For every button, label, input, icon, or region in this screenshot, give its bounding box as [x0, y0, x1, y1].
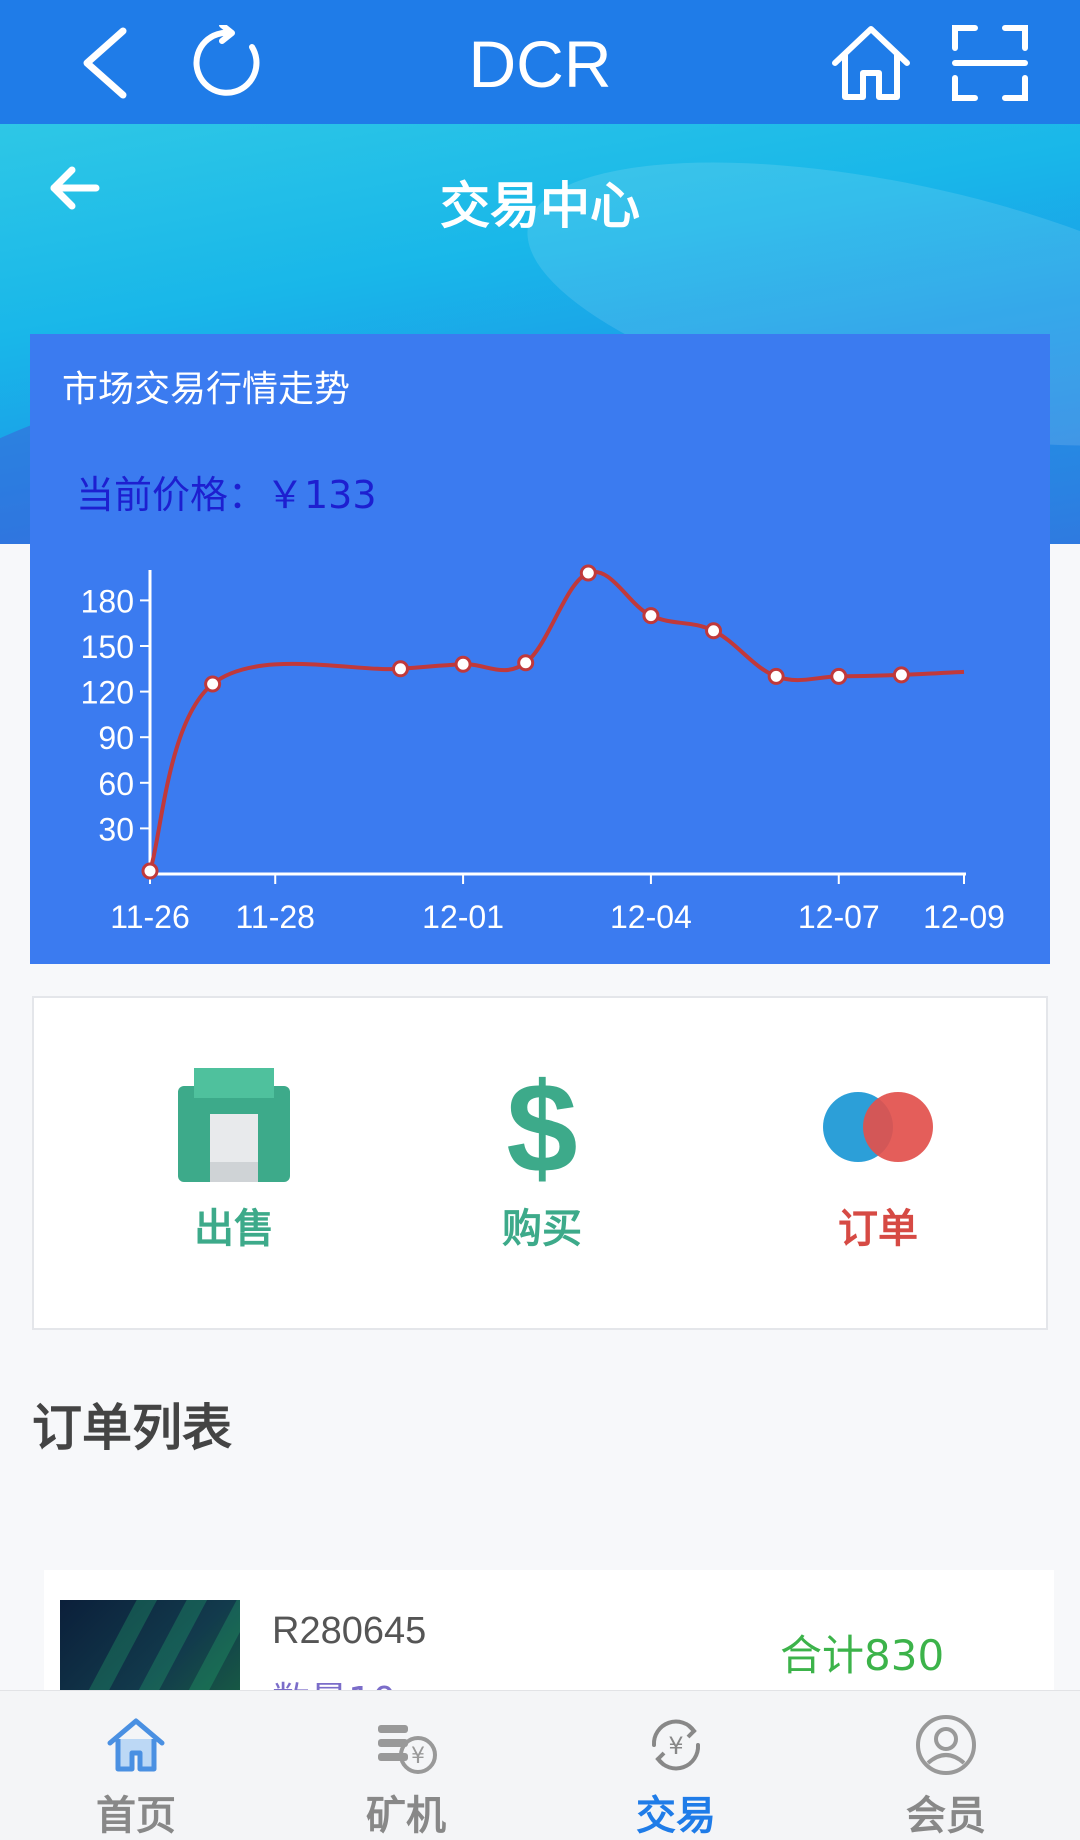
- data-point: [391, 660, 409, 678]
- dollar-icon: $: [506, 1064, 577, 1184]
- tab-miner[interactable]: ¥ 矿机: [306, 1691, 506, 1840]
- data-point: [892, 666, 910, 684]
- page-title: 交易中心: [440, 177, 640, 235]
- data-point: [642, 607, 660, 625]
- data-point: [705, 622, 723, 640]
- order-total: 合计830: [780, 1631, 945, 1680]
- price-line: [148, 569, 965, 872]
- data-point: [830, 667, 848, 685]
- y-tick-label: 60: [98, 766, 134, 802]
- order-id: R280645: [272, 1610, 427, 1652]
- sell-icon: [178, 1068, 290, 1182]
- scan-icon[interactable]: [948, 18, 1032, 108]
- price-trend-chart: 30 60 90 120 150 180 11-26 11-28 12-01 12-04 12-07…: [81, 564, 1005, 935]
- svg-text:¥: ¥: [411, 1744, 425, 1769]
- x-tick-label: 11-26: [110, 899, 189, 935]
- miner-icon: ¥: [378, 1725, 437, 1774]
- order-circles-icon: [823, 1092, 933, 1162]
- home-icon: [107, 1718, 165, 1772]
- y-tick-label: 30: [98, 811, 134, 847]
- svg-text:¥: ¥: [668, 1732, 683, 1760]
- home-icon[interactable]: [826, 18, 916, 108]
- svg-text:$: $: [506, 1064, 577, 1184]
- tab-label: 矿机: [366, 1793, 446, 1839]
- exchange-icon: ¥: [651, 1719, 701, 1771]
- data-point: [579, 564, 597, 582]
- bottom-tab-bar: 首页 ¥ 矿机 ¥ 交易 会员: [0, 1690, 1080, 1840]
- app-bar: DCR: [0, 0, 1080, 124]
- tab-label: 首页: [96, 1793, 176, 1839]
- tab-exchange[interactable]: ¥ 交易: [576, 1691, 776, 1840]
- x-tick-label: 12-09: [923, 899, 1005, 935]
- order-list-title: 订单列表: [32, 1399, 232, 1457]
- tab-home[interactable]: 首页: [36, 1691, 236, 1840]
- data-point: [204, 675, 222, 693]
- tab-label: 交易: [636, 1793, 716, 1839]
- x-tick-label: 12-07: [798, 899, 880, 935]
- tab-member[interactable]: 会员: [846, 1691, 1046, 1840]
- app-title: DCR: [468, 27, 612, 101]
- data-point: [767, 667, 785, 685]
- market-chart-card: 市场交易行情走势 当前价格：￥133 30 60 90 120 150 180 11-26 1…: [30, 334, 1050, 964]
- buy-label: 购买: [502, 1206, 582, 1252]
- buy-button[interactable]: $ 购买: [432, 1058, 652, 1258]
- data-point: [141, 862, 159, 880]
- y-tick-label: 120: [81, 675, 134, 711]
- trade-actions-panel: 出售 $ 购买 订单: [32, 996, 1048, 1330]
- y-tick-label: 150: [81, 629, 134, 665]
- orders-label: 订单: [838, 1206, 918, 1252]
- orders-button[interactable]: 订单: [768, 1058, 988, 1258]
- sell-button[interactable]: 出售: [124, 1058, 344, 1258]
- data-point: [517, 654, 535, 672]
- tab-label: 会员: [906, 1793, 986, 1839]
- y-tick-label: 90: [98, 720, 134, 756]
- x-tick-label: 12-01: [422, 899, 504, 935]
- x-tick-label: 12-04: [610, 899, 692, 935]
- x-tick-label: 11-28: [235, 899, 314, 935]
- data-point: [454, 655, 472, 673]
- y-tick-label: 180: [81, 583, 134, 619]
- sell-label: 出售: [194, 1206, 274, 1252]
- member-icon: [916, 1715, 976, 1775]
